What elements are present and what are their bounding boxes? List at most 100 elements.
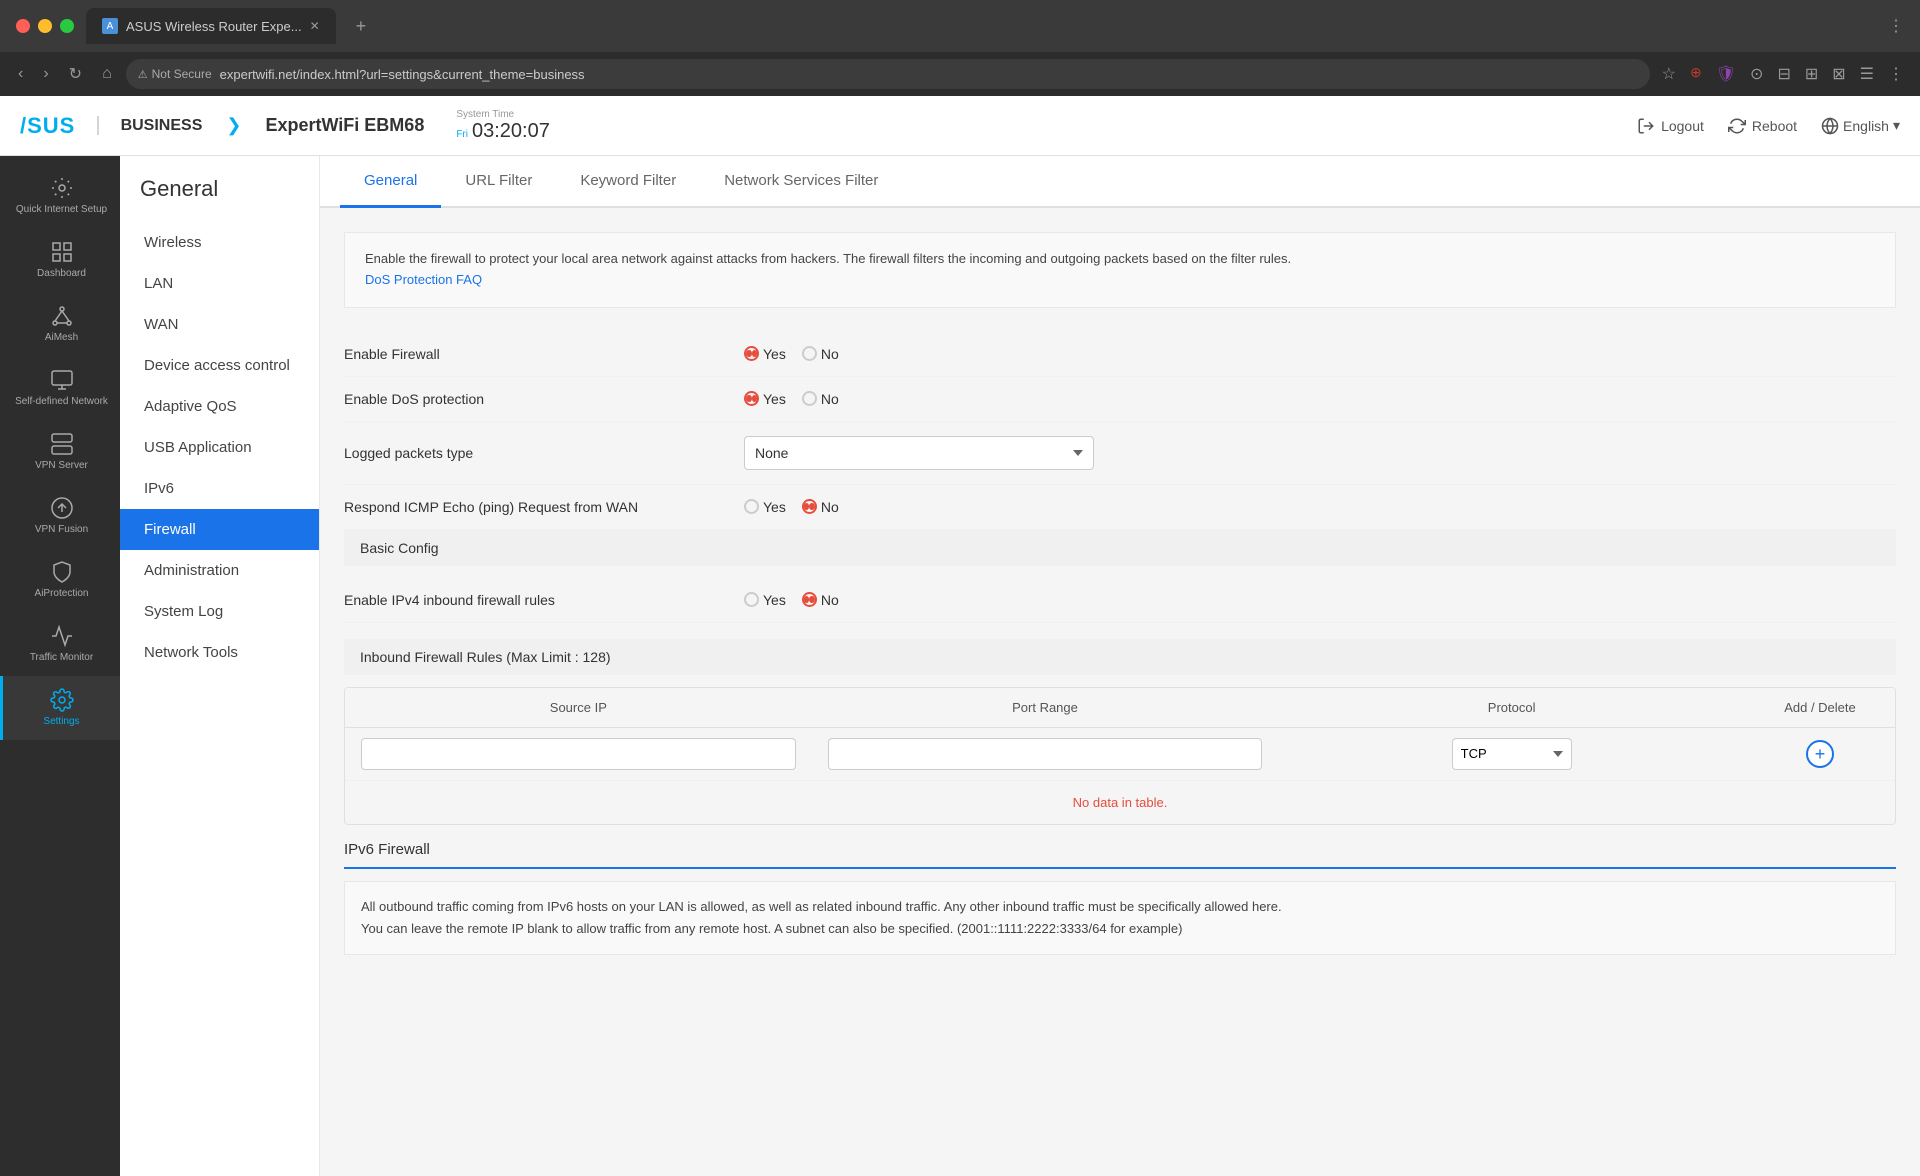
enable-ipv4-yes[interactable]: Yes: [744, 592, 786, 608]
left-nav-item-wireless[interactable]: Wireless: [120, 222, 319, 263]
extension-icon-3[interactable]: ⊙: [1746, 60, 1767, 88]
logo-divider: |: [95, 114, 100, 137]
port-range-input[interactable]: [828, 738, 1263, 770]
source-ip-input[interactable]: [361, 738, 796, 770]
logged-packets-select[interactable]: None Blocked Accepted Both: [744, 436, 1094, 470]
settings-icon: [50, 688, 74, 712]
left-nav-item-administration[interactable]: Administration: [120, 550, 319, 591]
home-button[interactable]: ⌂: [96, 61, 118, 87]
vpn-server-icon: [50, 432, 74, 456]
extension-icon-5[interactable]: ⊞: [1801, 60, 1822, 88]
left-nav-item-ipv6[interactable]: IPv6: [120, 468, 319, 509]
logged-packets-label: Logged packets type: [344, 445, 744, 461]
maximize-button[interactable]: [60, 19, 74, 33]
minimize-button[interactable]: [38, 19, 52, 33]
device-name: ExpertWiFi EBM68: [265, 115, 424, 136]
left-nav-title: General: [120, 176, 319, 222]
extension-icon-7[interactable]: ☰: [1856, 60, 1878, 88]
close-button[interactable]: [16, 19, 30, 33]
left-nav-item-system-log[interactable]: System Log: [120, 591, 319, 632]
reboot-label: Reboot: [1752, 118, 1797, 134]
enable-dos-no[interactable]: No: [802, 391, 839, 407]
col-protocol: Protocol: [1278, 688, 1745, 727]
back-button[interactable]: ‹: [12, 61, 29, 87]
enable-firewall-radio-group: Yes No: [744, 346, 839, 362]
extension-icon-4[interactable]: ⊟: [1773, 60, 1794, 88]
sidebar-item-traffic-monitor[interactable]: Traffic Monitor: [0, 612, 120, 676]
inbound-rules-table: Source IP Port Range Protocol Add / Dele…: [344, 687, 1896, 825]
language-selector[interactable]: English ▾: [1821, 117, 1900, 135]
reload-button[interactable]: ↻: [63, 60, 88, 88]
enable-firewall-yes[interactable]: Yes: [744, 346, 786, 362]
respond-icmp-no[interactable]: No: [802, 499, 839, 515]
sidebar: Quick Internet Setup Dashboard AiMesh Se…: [0, 156, 120, 1176]
sidebar-item-aiprotection[interactable]: AiProtection: [0, 548, 120, 612]
sidebar-item-dashboard[interactable]: Dashboard: [0, 228, 120, 292]
ipv6-info-line2: You can leave the remote IP blank to all…: [361, 921, 1182, 936]
logout-button[interactable]: Logout: [1637, 117, 1704, 135]
source-ip-cell: [345, 728, 812, 780]
asus-logo: /SUS: [20, 113, 75, 139]
extension-icon-1[interactable]: ⊕: [1686, 60, 1706, 88]
browser-settings-icon[interactable]: ⋮: [1884, 60, 1908, 88]
protocol-select[interactable]: TCP UDP BOTH: [1452, 738, 1572, 770]
browser-tab[interactable]: A ASUS Wireless Router Expe... ✕: [86, 8, 336, 44]
yes-label: Yes: [763, 592, 786, 608]
browser-menu-icon[interactable]: ⋮: [1888, 16, 1904, 36]
add-rule-button[interactable]: +: [1806, 740, 1834, 768]
radio-dos-yes-dot: [744, 391, 759, 406]
content-right: General URL Filter Keyword Filter Networ…: [320, 156, 1920, 1176]
sidebar-item-label: VPN Fusion: [35, 524, 88, 536]
sidebar-item-label: Self-defined Network: [15, 396, 108, 408]
left-nav-item-adaptive-qos[interactable]: Adaptive QoS: [120, 386, 319, 427]
col-port-range: Port Range: [812, 688, 1279, 727]
tab-general[interactable]: General: [340, 156, 441, 208]
left-nav-item-device-access-control[interactable]: Device access control: [120, 345, 319, 386]
tab-url-filter[interactable]: URL Filter: [441, 156, 556, 208]
new-tab-button[interactable]: +: [348, 12, 375, 41]
logout-icon: [1637, 117, 1655, 135]
left-nav-item-firewall[interactable]: Firewall: [120, 509, 319, 550]
address-bar[interactable]: ⚠ Not Secure expertwifi.net/index.html?u…: [126, 59, 1650, 89]
sidebar-item-vpn-server[interactable]: VPN Server: [0, 420, 120, 484]
dos-faq-link[interactable]: DoS Protection FAQ: [365, 272, 482, 287]
enable-ipv4-row: Enable IPv4 inbound firewall rules Yes N…: [344, 578, 1896, 623]
page-content: Enable the firewall to protect your loca…: [320, 208, 1920, 1176]
sidebar-item-settings[interactable]: Settings: [0, 676, 120, 740]
respond-icmp-yes[interactable]: Yes: [744, 499, 786, 515]
business-label: BUSINESS: [121, 117, 203, 135]
sidebar-item-label: Dashboard: [37, 268, 86, 280]
reboot-button[interactable]: Reboot: [1728, 117, 1797, 135]
sidebar-item-self-defined[interactable]: Self-defined Network: [0, 356, 120, 420]
radio-yes-dot: [744, 346, 759, 361]
aimesh-icon: [50, 304, 74, 328]
tab-keyword-filter[interactable]: Keyword Filter: [556, 156, 700, 208]
extension-icon-6[interactable]: ⊠: [1828, 60, 1849, 88]
tabs-bar: General URL Filter Keyword Filter Networ…: [320, 156, 1920, 208]
enable-firewall-no[interactable]: No: [802, 346, 839, 362]
enable-ipv4-no[interactable]: No: [802, 592, 839, 608]
bookmark-icon[interactable]: ☆: [1658, 60, 1680, 88]
left-nav-item-lan[interactable]: LAN: [120, 263, 319, 304]
left-nav-item-network-tools[interactable]: Network Tools: [120, 632, 319, 673]
radio-icmp-no-dot: [802, 499, 817, 514]
globe-icon: [1821, 117, 1839, 135]
system-time: System Time Fri 03:20:07: [456, 109, 550, 143]
tab-close-icon[interactable]: ✕: [310, 19, 320, 33]
forward-button[interactable]: ›: [37, 61, 54, 87]
enable-firewall-label: Enable Firewall: [344, 346, 744, 362]
left-nav-item-usb-application[interactable]: USB Application: [120, 427, 319, 468]
sys-time-value: 03:20:07: [472, 120, 550, 143]
sidebar-item-aimesh[interactable]: AiMesh: [0, 292, 120, 356]
sidebar-item-quick-internet-setup[interactable]: Quick Internet Setup: [0, 164, 120, 228]
yes-label: Yes: [763, 499, 786, 515]
vpn-fusion-icon: [50, 496, 74, 520]
add-delete-cell: +: [1745, 730, 1895, 778]
left-nav-item-wan[interactable]: WAN: [120, 304, 319, 345]
sidebar-item-vpn-fusion[interactable]: VPN Fusion: [0, 484, 120, 548]
enable-dos-yes[interactable]: Yes: [744, 391, 786, 407]
extension-icon-2[interactable]: 🛡: [1712, 60, 1740, 88]
tab-network-services-filter[interactable]: Network Services Filter: [700, 156, 902, 208]
sidebar-item-label: AiProtection: [35, 588, 89, 600]
no-label: No: [821, 346, 839, 362]
